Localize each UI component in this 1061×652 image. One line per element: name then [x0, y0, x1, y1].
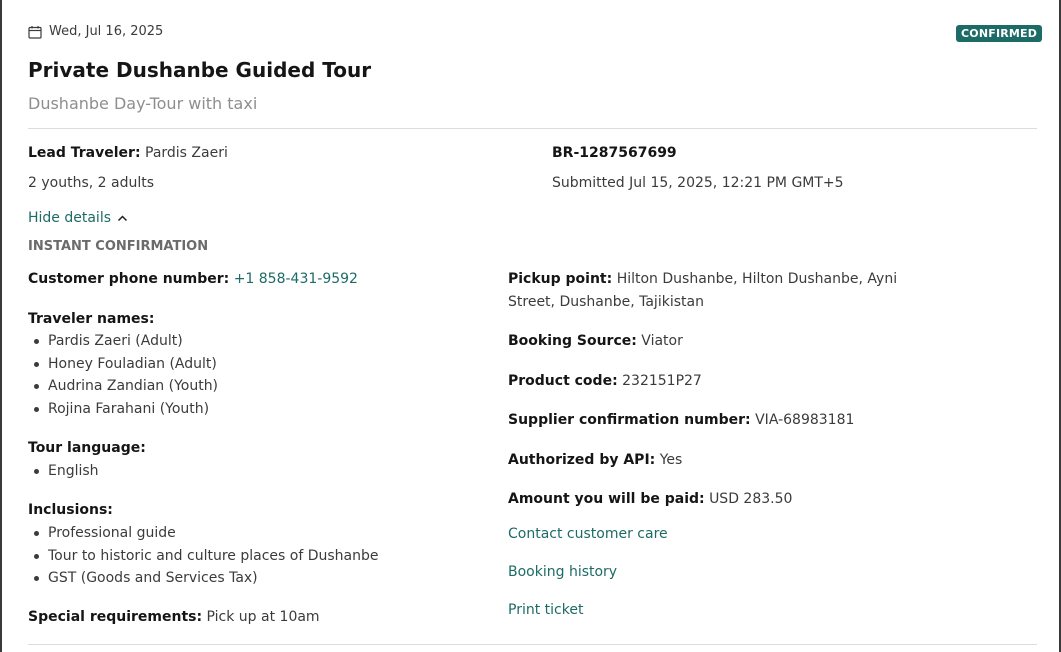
booking-history-link[interactable]: Booking history [508, 564, 617, 580]
chevron-up-icon[interactable] [117, 213, 128, 224]
traveler-name-item: Audrina Zandian (Youth) [28, 375, 218, 398]
hide-details-toggle[interactable]: Hide details [28, 210, 128, 226]
hide-details-label[interactable]: Hide details [28, 210, 111, 226]
status-badge: CONFIRMED [956, 25, 1043, 42]
calendar-icon [28, 25, 42, 39]
booking-reference: BR-1287567699 [552, 145, 677, 161]
customer-phone-link[interactable]: +1 858-431-9592 [234, 271, 358, 287]
lead-traveler-label: Lead Traveler: [28, 145, 141, 161]
traveler-name-item: Honey Fouladian (Adult) [28, 353, 218, 376]
party-size: 2 youths, 2 adults [28, 175, 155, 191]
traveler-names-list: Pardis Zaeri (Adult) Honey Fouladian (Ad… [28, 330, 218, 421]
inclusion-item: Professional guide [28, 522, 378, 545]
tour-language-list: English [28, 460, 99, 483]
inclusions-label: Inclusions: [28, 502, 113, 518]
traveler-name-item: Rojina Farahani (Youth) [28, 398, 218, 421]
header-divider [28, 128, 1037, 129]
traveler-name-item: Pardis Zaeri (Adult) [28, 330, 218, 353]
special-requirements: Special requirements: Pick up at 10am [28, 609, 320, 625]
booking-source-value: Viator [641, 333, 683, 349]
lead-traveler: Lead Traveler: Pardis Zaeri [28, 145, 228, 161]
customer-phone-label: Customer phone number: [28, 271, 230, 287]
authorized-by-api-value: Yes [659, 452, 683, 468]
supplier-confirmation: Supplier confirmation number: VIA-689831… [508, 412, 854, 428]
special-requirements-value: Pick up at 10am [206, 609, 320, 625]
tour-title: Private Dushanbe Guided Tour [28, 58, 372, 82]
booking-source: Booking Source: Viator [508, 333, 683, 349]
tour-language-item: English [28, 460, 99, 483]
product-code-label: Product code: [508, 373, 618, 389]
authorized-by-api: Authorized by API: Yes [508, 452, 682, 468]
tour-language-label: Tour language: [28, 440, 146, 456]
special-requirements-label: Special requirements: [28, 609, 203, 625]
inclusion-item: Tour to historic and culture places of D… [28, 545, 378, 568]
inclusion-item: GST (Goods and Services Tax) [28, 567, 378, 590]
payout-amount-value: USD 283.50 [709, 491, 793, 507]
payout-amount-label: Amount you will be paid: [508, 491, 705, 507]
booking-date-text: Wed, Jul 16, 2025 [49, 24, 164, 39]
supplier-confirmation-value: VIA-68983181 [755, 412, 855, 428]
print-ticket-link[interactable]: Print ticket [508, 602, 583, 618]
product-code: Product code: 232151P27 [508, 373, 702, 389]
booking-source-label: Booking Source: [508, 333, 637, 349]
footer-divider [28, 644, 1037, 645]
pickup-point: Pickup point: Hilton Dushanbe, Hilton Du… [508, 268, 918, 314]
traveler-names-label: Traveler names: [28, 311, 155, 327]
supplier-confirmation-label: Supplier confirmation number: [508, 412, 751, 428]
submitted-timestamp: Submitted Jul 15, 2025, 12:21 PM GMT+5 [552, 175, 844, 191]
lead-traveler-value: Pardis Zaeri [145, 145, 228, 161]
customer-phone: Customer phone number: +1 858-431-9592 [28, 271, 358, 287]
booking-date: Wed, Jul 16, 2025 [28, 24, 163, 39]
contact-customer-care-link[interactable]: Contact customer care [508, 526, 668, 542]
confirmation-type: INSTANT CONFIRMATION [28, 239, 209, 254]
payout-amount: Amount you will be paid: USD 283.50 [508, 491, 792, 507]
product-code-value: 232151P27 [622, 373, 702, 389]
booking-card: Wed, Jul 16, 2025 CONFIRMED Private Dush… [0, 0, 1061, 652]
tour-subtitle: Dushanbe Day-Tour with taxi [28, 94, 258, 113]
pickup-point-label: Pickup point: [508, 271, 613, 287]
inclusions-list: Professional guide Tour to historic and … [28, 522, 378, 590]
authorized-by-api-label: Authorized by API: [508, 452, 656, 468]
